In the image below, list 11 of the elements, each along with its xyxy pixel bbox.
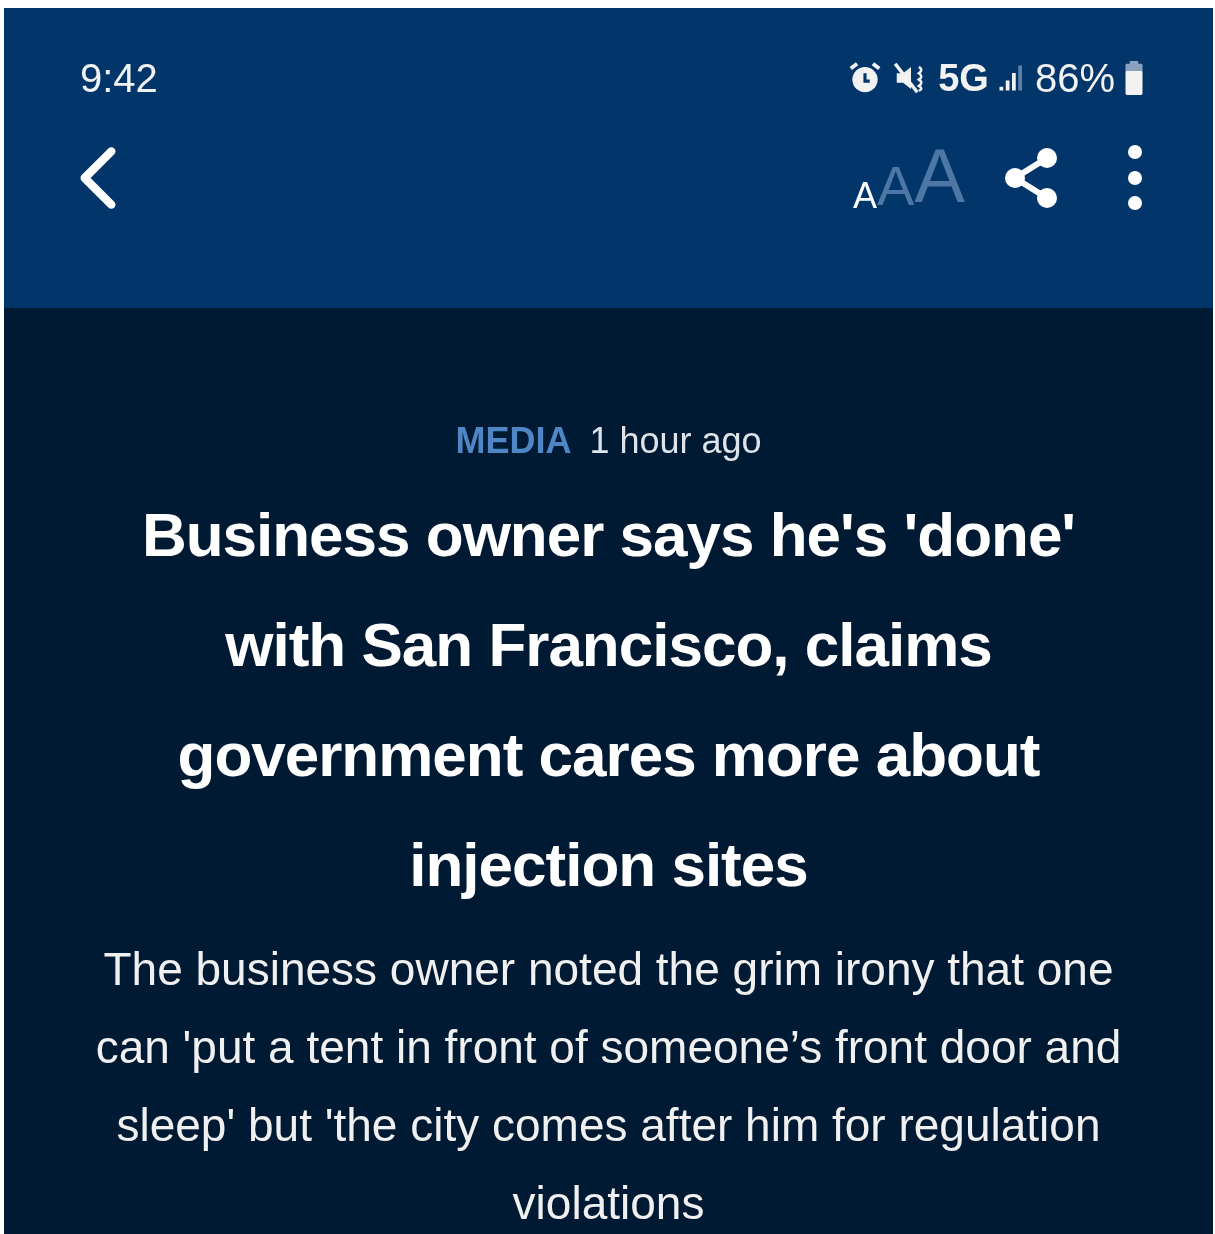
font-size-option[interactable]: A	[914, 138, 965, 214]
network-label: 5G	[938, 56, 989, 100]
article-time: 1 hour ago	[589, 420, 762, 462]
article-subtitle: The business owner noted the grim irony that one can 'put a tent in front of someone’s front door and sleep' but 'the city comes after him for regulation violations	[94, 942, 1123, 1231]
battery-icon	[1123, 61, 1145, 95]
battery-percent: 86%	[1034, 55, 1115, 101]
font-size-option[interactable]: A	[876, 158, 915, 214]
font-size-option[interactable]: A	[852, 178, 877, 214]
article-headline: Business owner says he's 'done' with San Francisco, claims government cares more about injection sites	[140, 499, 1077, 901]
status-time: 9:42	[80, 55, 158, 101]
category-link[interactable]: MEDIA	[455, 420, 572, 462]
